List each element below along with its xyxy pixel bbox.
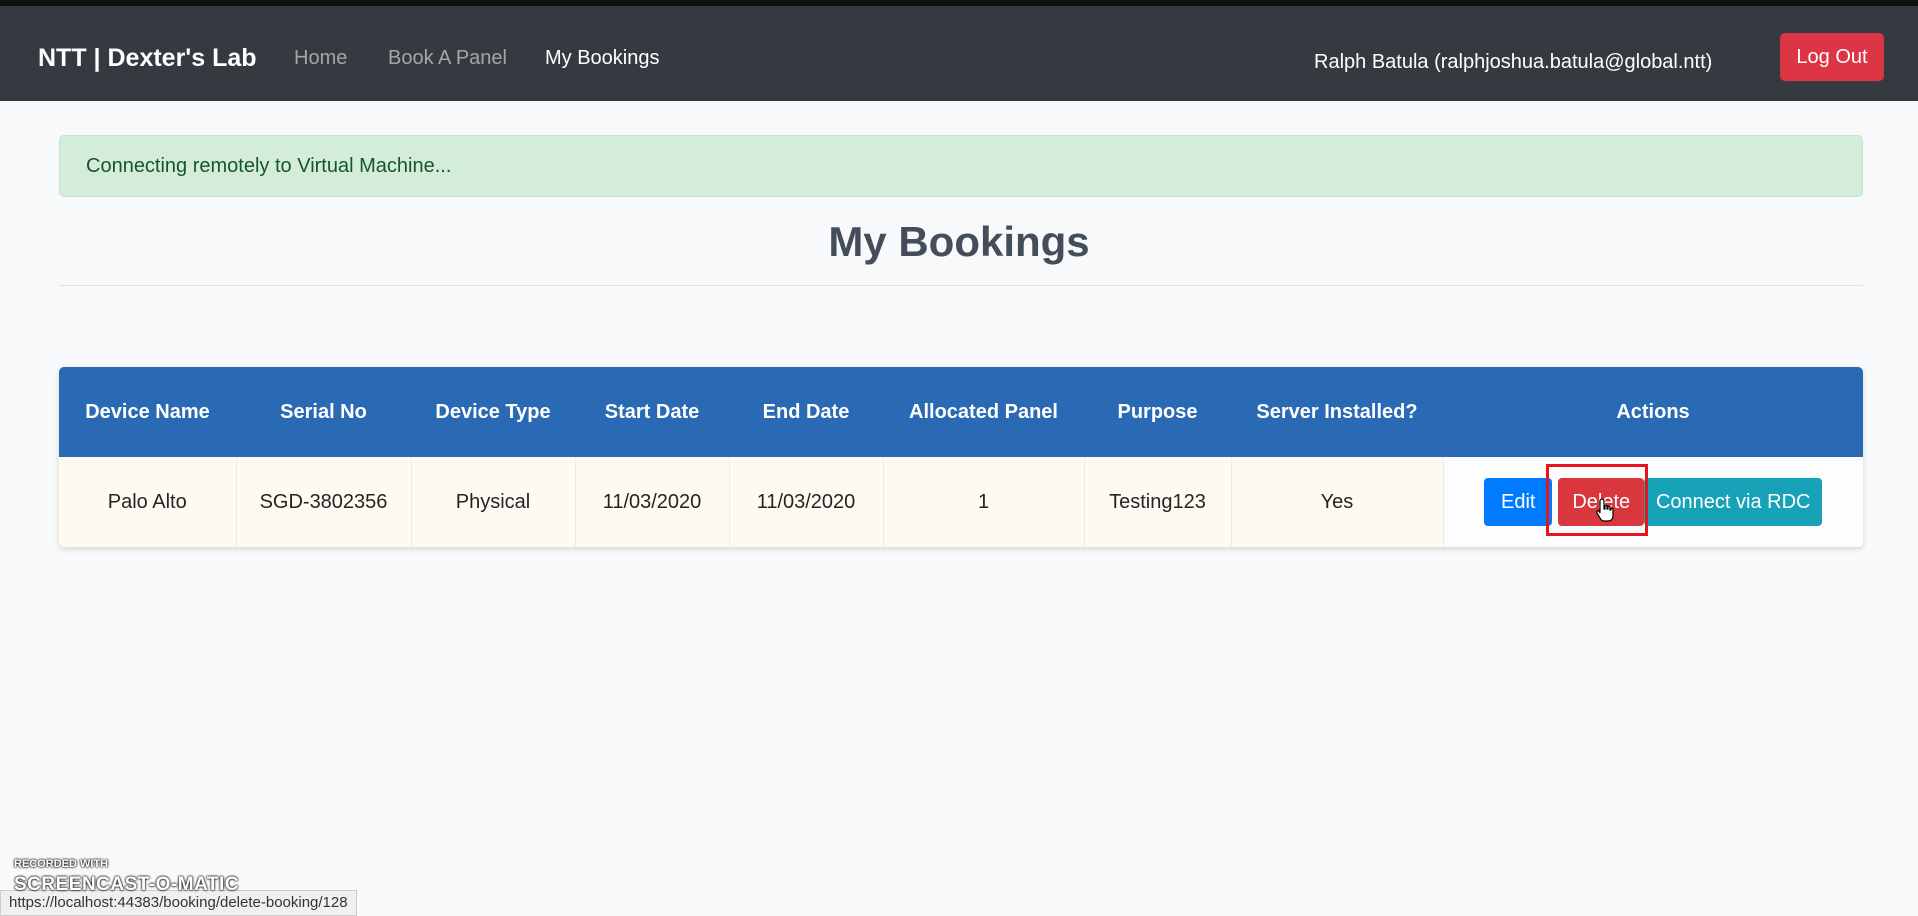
column-header: Device Type [435,400,551,423]
column-header: Purpose [1117,400,1198,423]
page-title: My Bookings [828,218,1090,265]
cell-serial-no: SGD-3802356 [235,457,411,547]
success-alert: Connecting remotely to Virtual Machine..… [59,135,1863,197]
connect-rdc-button[interactable]: Connect via RDC [1644,478,1823,526]
nav-book-panel[interactable]: Book A Panel [388,47,507,70]
delete-button[interactable]: Delete [1558,478,1645,526]
navbar: NTT | Dexter's Lab Home Book A Panel My … [0,6,1918,101]
user-info: Ralph Batula (ralphjoshua.batula@global.… [1314,51,1713,73]
column-header: Allocated Panel [909,400,1058,423]
column-header: Serial No [280,400,367,423]
cell-device-type: Physical [410,457,575,547]
cell-purpose: Testing123 [1083,457,1231,547]
cell-end-date: 11/03/2020 [728,457,883,547]
cell-allocated-panel: 1 [882,457,1084,547]
brand-logo[interactable]: NTT | Dexter's Lab [38,44,257,73]
cell-actions: Edit Delete Connect via RDC [1442,457,1863,547]
watermark-caption: RECORDED WITH [14,858,109,870]
table-header-row: Device Name Serial No Device Type Start … [59,367,1863,457]
edit-button[interactable]: Edit [1484,478,1553,526]
cell-device-name: Palo Alto [107,490,187,513]
column-header: Device Name [85,400,210,423]
status-bar-url: https://localhost:44383/booking/delete-b… [0,890,357,916]
column-header: Start Date [604,400,700,423]
cell-start-date: 11/03/2020 [574,457,729,547]
divider [59,285,1863,286]
nav-my-bookings[interactable]: My Bookings [545,47,660,70]
nav-home[interactable]: Home [294,47,347,70]
logout-button[interactable]: Log Out [1780,33,1884,81]
column-header: Server Installed? [1256,400,1418,423]
column-header: End Date [762,400,850,423]
column-header: Actions [1616,400,1690,423]
table-row: Palo Alto SGD-3802356 Physical 11/03/202… [59,457,1863,547]
cell-server-installed: Yes [1230,457,1443,547]
bookings-table: Device Name Serial No Device Type Start … [59,367,1863,547]
